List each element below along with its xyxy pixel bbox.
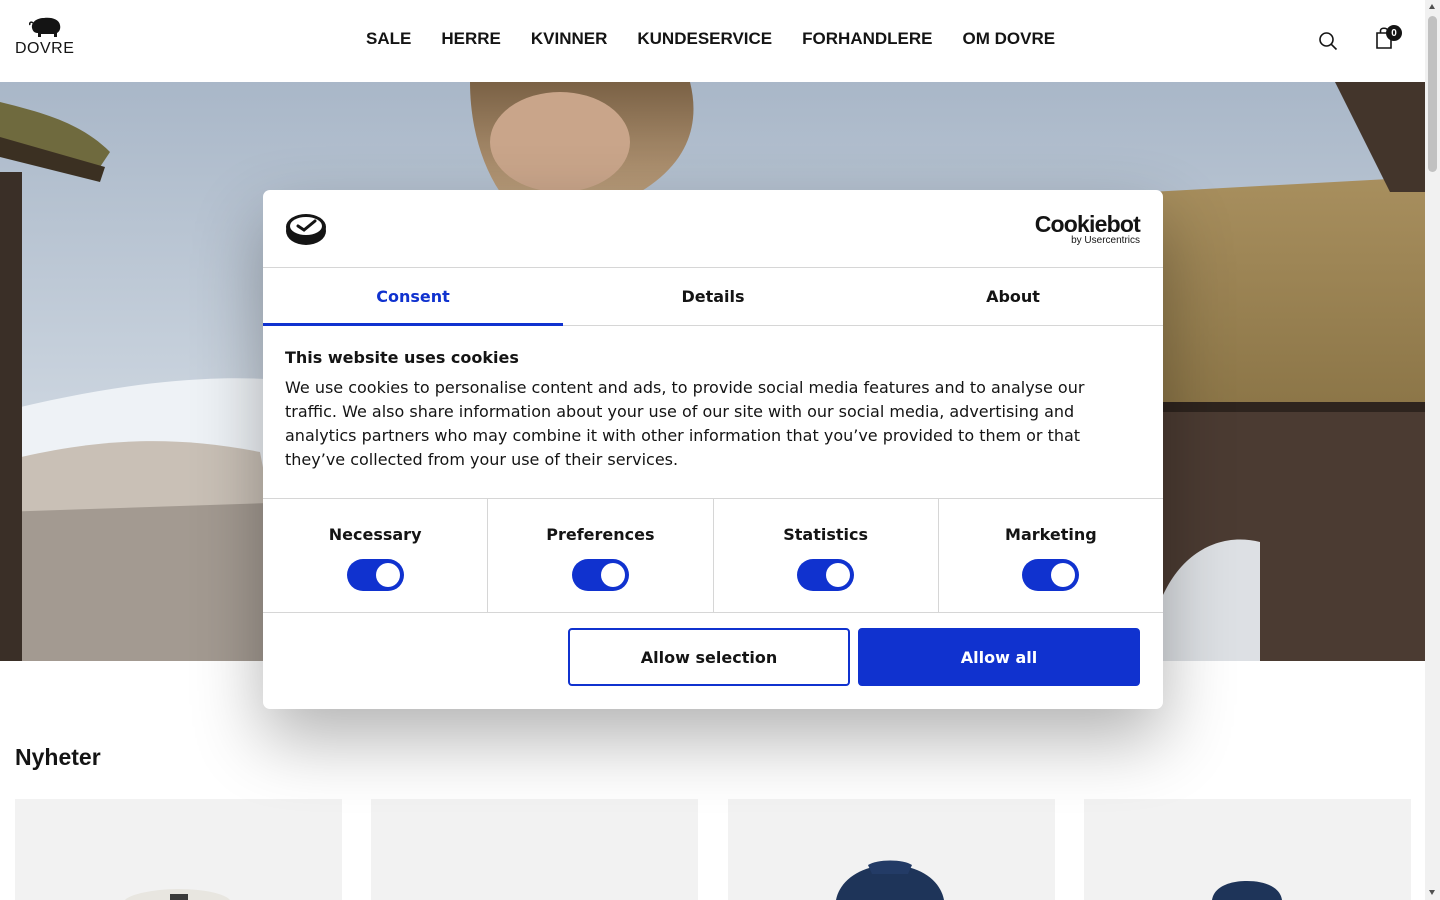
toggle-knob xyxy=(1051,563,1076,587)
nav-item-kundeservice[interactable]: KUNDESERVICE xyxy=(637,29,772,49)
cookiebot-brand-logo[interactable]: Cookiebot by Usercentrics xyxy=(1034,211,1141,246)
tab-details[interactable]: Details xyxy=(563,268,863,325)
musk-ox-icon xyxy=(29,17,61,37)
product-image xyxy=(125,889,230,900)
nav-item-om-dovre[interactable]: OM DOVRE xyxy=(963,29,1056,49)
site-header: DOVRE SALE HERRE KVINNER KUNDESERVICE FO… xyxy=(0,0,1425,82)
nav-item-kvinner[interactable]: KVINNER xyxy=(531,29,608,49)
consent-toggles: Necessary Preferences Statistics Marketi… xyxy=(263,498,1163,613)
nav-item-sale[interactable]: SALE xyxy=(366,29,411,49)
scroll-up-arrow-icon[interactable] xyxy=(1429,4,1435,9)
marketing-toggle[interactable] xyxy=(1022,559,1080,591)
toggle-cell-preferences: Preferences xyxy=(488,499,714,612)
toggle-cell-necessary: Necessary xyxy=(263,499,489,612)
toggle-label: Marketing xyxy=(1005,525,1097,544)
dialog-text: We use cookies to personalise content an… xyxy=(285,378,1085,469)
cookie-logo-icon xyxy=(286,214,326,245)
tab-consent[interactable]: Consent xyxy=(263,268,563,326)
toggle-cell-statistics: Statistics xyxy=(714,499,939,612)
cookie-consent-dialog: Cookiebot by Usercentrics Consent Detail… xyxy=(263,190,1163,709)
tab-about[interactable]: About xyxy=(863,268,1163,325)
toggle-label: Statistics xyxy=(783,525,868,544)
dialog-title: This website uses cookies xyxy=(285,348,519,367)
scroll-thumb[interactable] xyxy=(1428,16,1437,172)
toggle-label: Preferences xyxy=(546,525,655,544)
preferences-toggle[interactable] xyxy=(571,559,629,591)
necessary-toggle[interactable] xyxy=(346,559,404,591)
product-image xyxy=(1212,881,1282,900)
dialog-tabs: Consent Details About xyxy=(263,268,1163,326)
logo-wordmark: DOVRE xyxy=(15,40,75,57)
section-title-news: Nyheter xyxy=(15,744,101,770)
product-card[interactable] xyxy=(371,799,698,900)
product-card[interactable] xyxy=(15,799,342,900)
dovre-logo[interactable]: DOVRE xyxy=(15,16,77,60)
dialog-header: Cookiebot by Usercentrics xyxy=(263,190,1163,268)
allow-all-button[interactable]: Allow all xyxy=(858,628,1140,686)
toggle-knob xyxy=(826,563,851,587)
cookiebot-name: Cookiebot xyxy=(1034,211,1141,237)
search-icon[interactable] xyxy=(1318,31,1338,51)
nav-item-herre[interactable]: HERRE xyxy=(441,29,501,49)
scroll-down-arrow-icon[interactable] xyxy=(1429,890,1435,895)
main-nav: SALE HERRE KVINNER KUNDESERVICE FORHANDL… xyxy=(366,29,1055,49)
cart-count-badge: 0 xyxy=(1386,25,1402,41)
product-image xyxy=(836,860,944,900)
dialog-body: This website uses cookies We use cookies… xyxy=(285,348,1135,472)
cookiebot-sub: by Usercentrics xyxy=(1071,235,1140,246)
product-card[interactable] xyxy=(728,799,1055,900)
statistics-toggle[interactable] xyxy=(797,559,855,591)
toggle-knob xyxy=(375,563,400,587)
page-scrollbar[interactable] xyxy=(1425,0,1440,900)
toggle-cell-marketing: Marketing xyxy=(939,499,1163,612)
product-card[interactable] xyxy=(1084,799,1411,900)
toggle-label: Necessary xyxy=(328,525,422,544)
toggle-knob xyxy=(600,563,625,587)
nav-item-forhandlere[interactable]: FORHANDLERE xyxy=(802,29,932,49)
allow-selection-button[interactable]: Allow selection xyxy=(568,628,850,686)
